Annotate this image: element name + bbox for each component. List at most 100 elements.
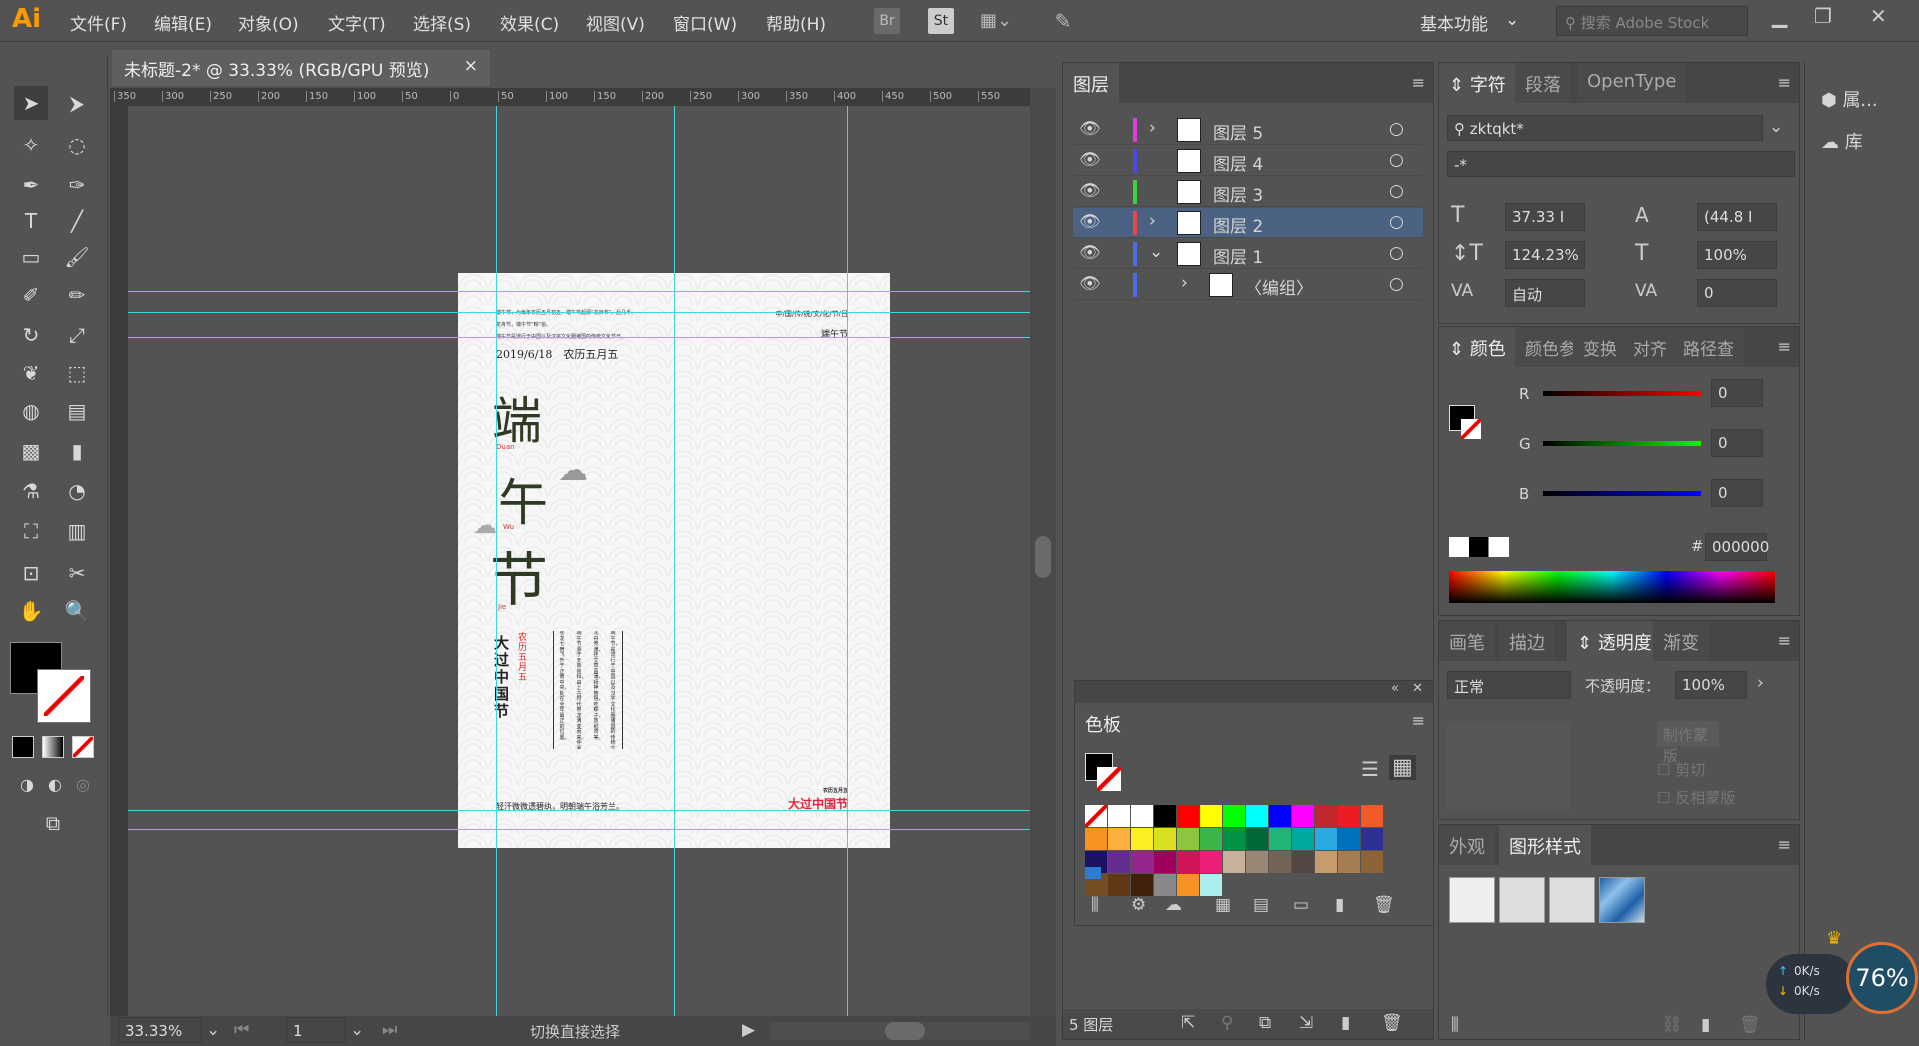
paintbrush-tool[interactable]: 🖌: [60, 240, 94, 274]
panel-menu-icon[interactable]: ≡: [1412, 711, 1425, 730]
scroll-thumb[interactable]: [885, 1022, 925, 1040]
layer-row[interactable]: 👁 › 〈编组〉 ○: [1073, 270, 1423, 300]
zoom-level-field[interactable]: 33.33%: [118, 1017, 202, 1043]
layer-row[interactable]: 👁 › 图层 2 ○: [1073, 208, 1423, 238]
pattern-swatch[interactable]: [1085, 867, 1101, 879]
tab-align[interactable]: 对齐: [1623, 327, 1677, 367]
visibility-eye-icon[interactable]: 👁: [1079, 119, 1101, 139]
pen-tool[interactable]: ✒: [14, 168, 48, 202]
color-swatch[interactable]: [1154, 851, 1176, 873]
color-swatch[interactable]: [1200, 828, 1222, 850]
layer-name[interactable]: 图层 2: [1213, 212, 1263, 237]
properties-button[interactable]: ⬢ 属...: [1821, 86, 1878, 112]
tab-transform[interactable]: 变换: [1573, 327, 1627, 367]
menu-view[interactable]: 视图(V): [586, 10, 645, 35]
font-style-field[interactable]: -*: [1447, 151, 1795, 177]
draw-inside-icon[interactable]: ◎: [66, 768, 100, 802]
symbol-sprayer-tool[interactable]: ⛶: [14, 514, 48, 548]
panel-menu-icon[interactable]: ≡: [1778, 73, 1791, 92]
new-swatch-icon[interactable]: ▮: [1335, 895, 1344, 915]
color-swatch[interactable]: [1338, 805, 1360, 827]
document-tab[interactable]: 未标题-2* @ 33.33% (RGB/GPU 预览) ×: [112, 50, 490, 86]
visibility-eye-icon[interactable]: 👁: [1079, 212, 1101, 232]
layer-row[interactable]: 👁 图层 3 ○: [1073, 177, 1423, 207]
guide[interactable]: [674, 106, 675, 1016]
curvature-tool[interactable]: ✑: [60, 168, 94, 202]
layer-row[interactable]: 👁 图层 4 ○: [1073, 146, 1423, 176]
expand-toggle-icon[interactable]: ⌄: [1149, 242, 1163, 262]
graphic-style-4[interactable]: [1599, 877, 1645, 923]
artboard-number-field[interactable]: 1: [286, 1017, 346, 1043]
gradient-mode-button[interactable]: [42, 736, 64, 758]
graphic-style-3[interactable]: [1549, 877, 1595, 923]
green-slider[interactable]: [1543, 441, 1701, 446]
color-swatch[interactable]: [1292, 828, 1314, 850]
expand-toggle-icon[interactable]: ›: [1181, 273, 1188, 293]
none-mode-button[interactable]: [72, 736, 94, 758]
menu-edit[interactable]: 编辑(E): [154, 10, 212, 35]
color-themes-icon[interactable]: ⚙: [1131, 895, 1146, 915]
magic-wand-tool[interactable]: ✧: [14, 128, 48, 162]
color-swatch[interactable]: [1108, 805, 1130, 827]
blue-slider[interactable]: [1543, 491, 1701, 496]
rectangle-tool[interactable]: ▭: [14, 240, 48, 274]
color-swatch[interactable]: [1131, 851, 1153, 873]
warp-tool[interactable]: ❦: [14, 356, 48, 390]
arrange-documents-icon[interactable]: ▦⌄: [976, 8, 1016, 34]
guide[interactable]: [496, 106, 497, 1016]
perspective-grid-tool[interactable]: ▤: [60, 394, 94, 428]
kerning-field[interactable]: 自动: [1505, 279, 1585, 307]
tab-swatches[interactable]: 色板: [1075, 703, 1131, 743]
guide[interactable]: [128, 337, 1030, 338]
green-value-field[interactable]: 0: [1711, 429, 1763, 457]
layer-name[interactable]: 图层 3: [1213, 181, 1263, 206]
graphic-style-default[interactable]: [1449, 877, 1495, 923]
stroke-swatch[interactable]: [1097, 767, 1121, 791]
color-swatch[interactable]: [1315, 851, 1337, 873]
target-circle-icon[interactable]: ○: [1389, 212, 1404, 232]
graphic-style-libraries-icon[interactable]: ⫼: [1451, 1015, 1459, 1035]
line-tool[interactable]: ╱: [60, 204, 94, 238]
slice-tool[interactable]: ✂: [60, 556, 94, 590]
libraries-button[interactable]: ☁ 库: [1821, 128, 1863, 154]
guide[interactable]: [847, 106, 848, 1016]
blend-tool[interactable]: ◔: [60, 474, 94, 508]
guide[interactable]: [128, 810, 1030, 811]
new-color-group-icon[interactable]: ▭: [1293, 895, 1309, 915]
color-swatch[interactable]: [1338, 828, 1360, 850]
font-family-field[interactable]: ⚲ zktqkt*: [1447, 115, 1763, 141]
tab-opentype[interactable]: OpenType: [1577, 63, 1687, 103]
color-swatch[interactable]: [1269, 805, 1291, 827]
layer-name[interactable]: 图层 5: [1213, 119, 1263, 144]
swatch-libraries-icon[interactable]: ⫼: [1091, 895, 1099, 915]
guide[interactable]: [128, 312, 1030, 313]
color-swatch[interactable]: [1246, 851, 1268, 873]
menu-effect[interactable]: 效果(C): [500, 10, 559, 35]
make-mask-button[interactable]: 制作蒙版: [1657, 721, 1719, 765]
close-window-button[interactable]: ✕: [1870, 4, 1887, 28]
restore-button[interactable]: ❐: [1814, 4, 1832, 28]
expand-toggle-icon[interactable]: ›: [1149, 118, 1156, 138]
color-swatch[interactable]: [1338, 851, 1360, 873]
layer-name[interactable]: 图层 4: [1213, 150, 1263, 175]
vertical-scrollbar[interactable]: [1030, 88, 1056, 1016]
visibility-eye-icon[interactable]: 👁: [1079, 243, 1101, 263]
bridge-button[interactable]: Br: [874, 8, 900, 34]
artboard-tool[interactable]: ⊡: [14, 556, 48, 590]
tracking-field[interactable]: 0: [1697, 279, 1777, 307]
layer-name[interactable]: 〈编组〉: [1245, 274, 1313, 299]
new-graphic-style-icon[interactable]: ▮: [1701, 1015, 1710, 1035]
hex-field[interactable]: 000000: [1705, 533, 1769, 561]
cc-libraries-icon[interactable]: ☁: [1165, 895, 1182, 915]
color-spectrum[interactable]: [1449, 571, 1775, 603]
direct-selection-tool[interactable]: ⮞: [60, 86, 94, 120]
red-slider[interactable]: [1543, 391, 1701, 396]
menu-file[interactable]: 文件(F): [70, 10, 127, 35]
color-swatch[interactable]: [1108, 828, 1130, 850]
tab-appearance[interactable]: 外观: [1439, 825, 1495, 865]
collapse-icon[interactable]: «: [1391, 681, 1399, 696]
color-swatch[interactable]: [1085, 805, 1107, 827]
tab-paragraph[interactable]: 段落: [1515, 63, 1571, 103]
layer-row[interactable]: 👁 › 图层 5 ○: [1073, 115, 1423, 145]
color-swatch[interactable]: [1246, 828, 1268, 850]
